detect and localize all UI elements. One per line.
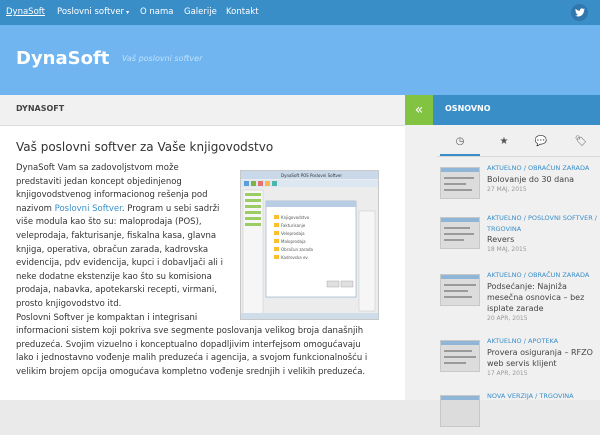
article-title: Vaš poslovni softver za Vaše knjigovodst… bbox=[16, 140, 274, 154]
screenshot-tree-item: Obračun zarada bbox=[281, 247, 314, 252]
nav-item-o-nama[interactable]: O nama bbox=[140, 0, 173, 25]
list-item[interactable]: AKTUELNO / APOTEKA Provera osiguranja – … bbox=[440, 336, 600, 380]
post-title[interactable]: Provera osiguranja – RFZO web servis kli… bbox=[487, 347, 600, 369]
post-thumbnail[interactable] bbox=[440, 217, 480, 249]
screenshot-tree-item: Knjigovodstvo bbox=[281, 215, 310, 220]
screenshot-tree-item: Maloprodaja bbox=[281, 239, 306, 244]
nav-item-poslovni-softver[interactable]: Poslovni softver ▾ bbox=[57, 0, 129, 25]
text-fragment: nazivom bbox=[16, 203, 55, 214]
sidebar: ◷ ★ 💬 🏷 AKTUELNO / OBRAČUN ZARADA Bolova… bbox=[405, 125, 600, 427]
screenshot-drawing: DynaSoft POS Poslovni Softver Knjigovods… bbox=[241, 171, 378, 319]
nav-item-kontakt[interactable]: Kontakt bbox=[226, 0, 259, 25]
clock-icon[interactable]: ◷ bbox=[440, 136, 480, 156]
nav-item-galerije[interactable]: Galerije bbox=[184, 0, 217, 25]
top-navbar: DynaSoft Poslovni softver ▾ O nama Galeri… bbox=[0, 0, 600, 25]
text-line: preduzeća. Svojim vizuelno i konceptualn… bbox=[16, 339, 361, 350]
text-fragment: . Program u sebi sadrži bbox=[121, 203, 220, 214]
list-item[interactable]: AKTUELNO / OBRAČUN ZARADA Bolovanje do 3… bbox=[440, 163, 600, 207]
site-header: DynaSoft Vaš poslovni softver bbox=[0, 25, 600, 95]
screenshot-tree-item: Fakturisanje bbox=[281, 223, 306, 228]
post-date: 18 MAJ, 2015 bbox=[487, 246, 527, 253]
sidebar-header: « OSNOVNO bbox=[405, 95, 600, 125]
breadcrumb: DYNASOFT bbox=[16, 104, 65, 113]
article-paragraph-2: Poslovni Softver je kompaktan i integris… bbox=[16, 312, 367, 380]
post-title[interactable]: Bolovanje do 30 dana bbox=[487, 174, 600, 185]
screenshot-tree-item: Kadrovska ev. bbox=[281, 255, 309, 260]
post-category[interactable]: AKTUELNO / OBRAČUN ZARADA bbox=[487, 270, 600, 281]
post-date: 17 APR, 2015 bbox=[487, 369, 528, 377]
screenshot-window-title: DynaSoft POS Poslovni Softver bbox=[281, 173, 342, 178]
twitter-icon[interactable] bbox=[571, 4, 588, 21]
post-date: 20 APR, 2015 bbox=[487, 314, 528, 322]
site-brand[interactable]: DynaSoft bbox=[16, 48, 109, 69]
nav-item-label: Poslovni softver bbox=[57, 7, 125, 17]
main-content: Vaš poslovni softver za Vaše knjigovodst… bbox=[0, 126, 405, 400]
post-thumbnail[interactable] bbox=[440, 167, 480, 199]
tabs-divider bbox=[437, 156, 600, 157]
post-category[interactable]: AKTUELNO / POSLOVNI SOFTVER / TRGOVINA bbox=[487, 213, 600, 234]
chevron-down-icon: ▾ bbox=[126, 9, 130, 16]
list-item[interactable]: AKTUELNO / POSLOVNI SOFTVER / TRGOVINA R… bbox=[440, 213, 600, 257]
double-chevron-left-icon[interactable]: « bbox=[405, 95, 433, 125]
tags-icon[interactable]: 🏷 bbox=[561, 136, 600, 154]
site-tagline: Vaš poslovni softver bbox=[122, 54, 203, 63]
screenshot-tree-item: Veleprodaja bbox=[281, 231, 305, 236]
list-item[interactable]: NOVA VERZIJA / TRGOVINA bbox=[440, 391, 600, 435]
text-line: velikim brojem opcija omogućava kompletn… bbox=[16, 366, 366, 377]
text-line: lako i jednostavno vođenje malih preduze… bbox=[16, 353, 368, 364]
post-date: 27 MAJ, 2015 bbox=[487, 185, 527, 193]
software-screenshot-image[interactable]: DynaSoft POS Poslovni Softver Knjigovods… bbox=[240, 170, 379, 320]
twitter-bird-glyph bbox=[574, 8, 585, 17]
post-thumbnail[interactable] bbox=[440, 274, 480, 306]
text-line: informacioni sistem koji pokriva sve seg… bbox=[16, 326, 364, 337]
comments-icon[interactable]: 💬 bbox=[521, 136, 561, 154]
post-thumbnail[interactable] bbox=[440, 340, 480, 372]
breadcrumb-bar: DYNASOFT bbox=[0, 95, 405, 126]
list-item[interactable]: AKTUELNO / OBRAČUN ZARADA Podsećanje: Na… bbox=[440, 270, 600, 322]
poslovni-softver-link[interactable]: Poslovni Softver bbox=[55, 204, 122, 214]
star-icon[interactable]: ★ bbox=[484, 136, 524, 154]
post-category[interactable]: AKTUELNO / APOTEKA bbox=[487, 336, 600, 347]
sidebar-title: OSNOVNO bbox=[445, 104, 491, 113]
post-title[interactable]: Revers bbox=[487, 234, 600, 245]
post-category[interactable]: AKTUELNO / OBRAČUN ZARADA bbox=[487, 163, 600, 174]
nav-item-dynasoft[interactable]: DynaSoft bbox=[6, 0, 45, 25]
post-title[interactable]: Podsećanje: Najniža mesečna osnovica – b… bbox=[487, 281, 600, 314]
